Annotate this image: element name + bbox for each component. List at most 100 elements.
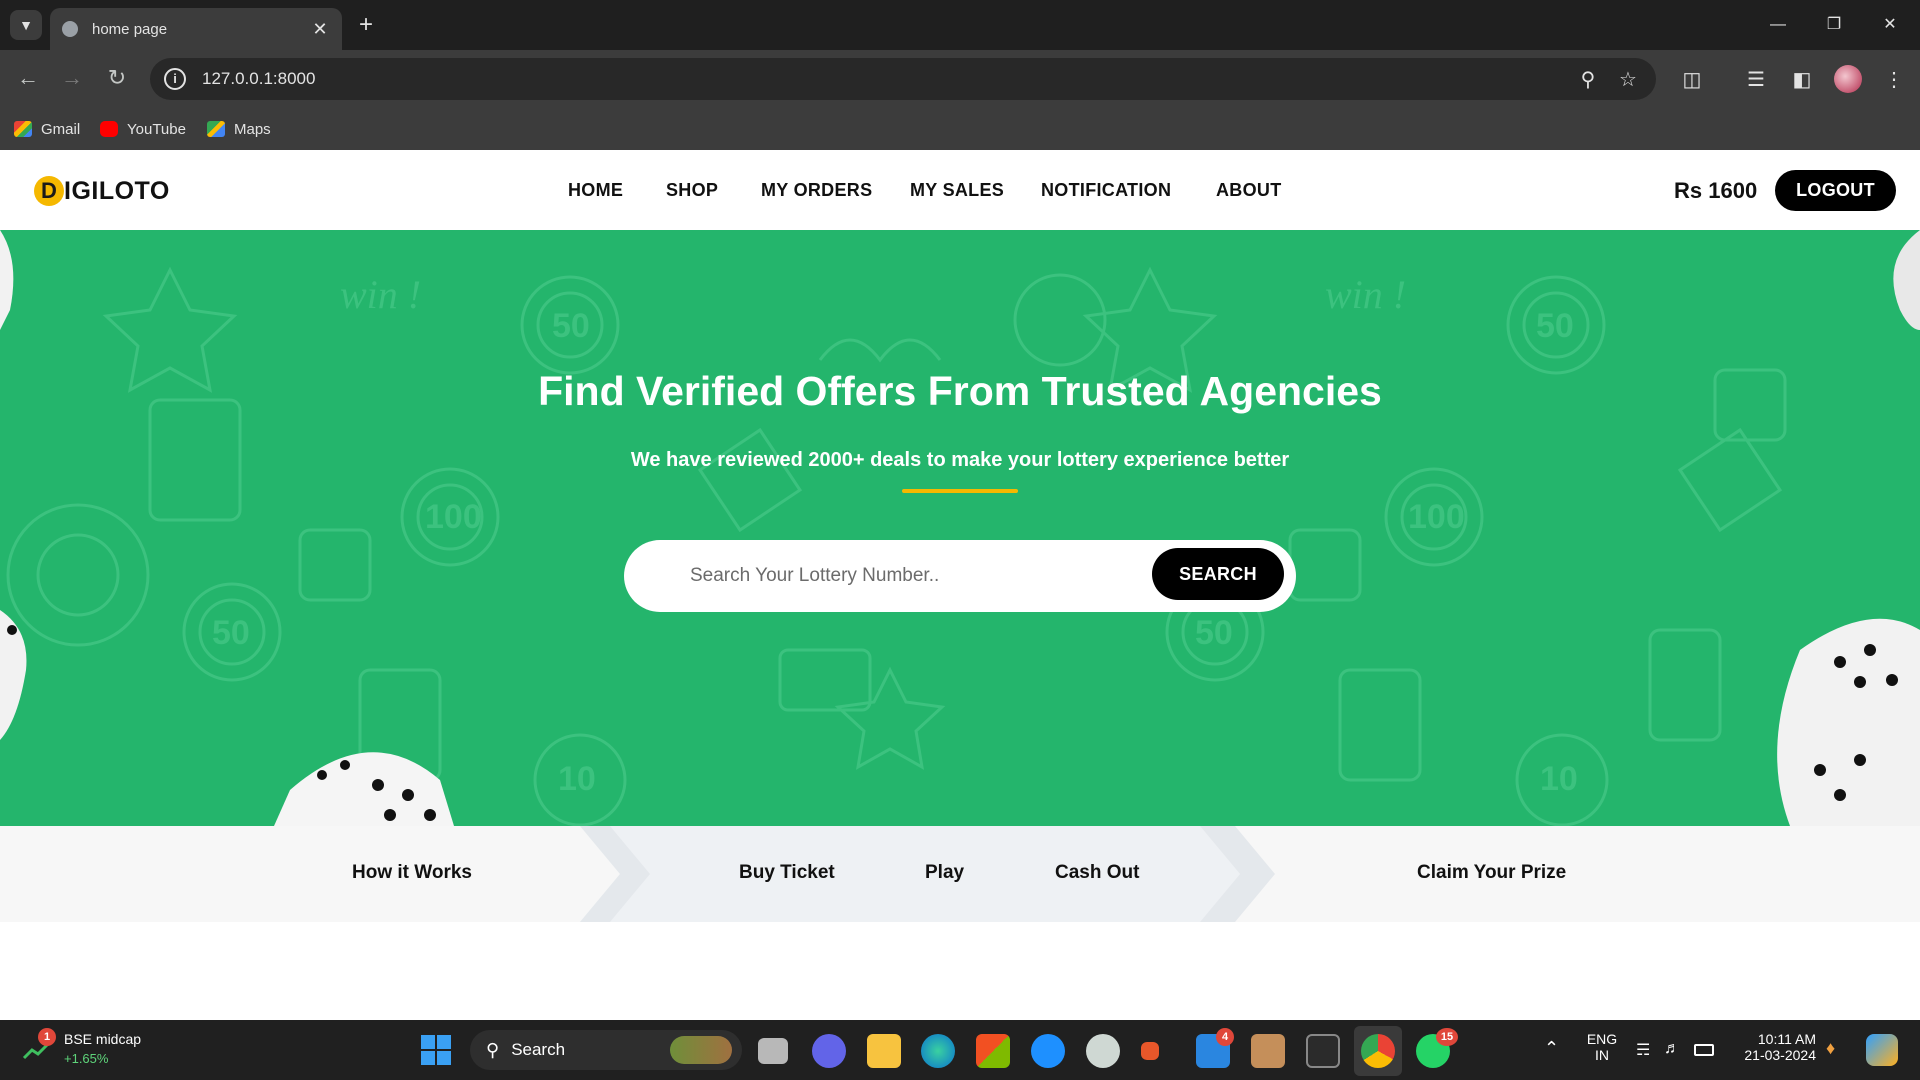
youtube-icon [100, 121, 118, 137]
volume-icon[interactable]: ♬ [1664, 1040, 1680, 1058]
restore-window-button[interactable]: ❐ [1814, 10, 1854, 40]
package-app-icon[interactable] [1251, 1034, 1285, 1068]
logout-button[interactable]: LOGOUT [1775, 170, 1896, 211]
nav-shop[interactable]: SHOP [666, 180, 718, 201]
lottery-search-input[interactable] [690, 560, 1130, 592]
step-how-it-works: How it Works [352, 862, 472, 883]
hero-title: Find Verified Offers From Trusted Agenci… [538, 368, 1382, 414]
windows-start-icon[interactable] [420, 1034, 452, 1066]
close-tab-icon[interactable]: ✕ [310, 19, 330, 40]
search-button[interactable]: SEARCH [1152, 548, 1284, 600]
hero-divider [902, 489, 1018, 493]
pattern-chip-100-text: 100 [425, 498, 482, 536]
battery-icon[interactable] [1694, 1044, 1714, 1056]
more-menu-icon[interactable]: ⋮ [1878, 64, 1910, 96]
pattern-win-text: win ! [340, 272, 421, 317]
step-buy-ticket: Buy Ticket [739, 862, 835, 883]
pattern-chip-10-text: 10 [1540, 760, 1578, 798]
pattern-chip-50-text: 50 [552, 307, 590, 345]
bookmark-maps[interactable]: Maps [207, 116, 271, 142]
wallet-balance: Rs 1600 [1674, 178, 1758, 203]
taskbar-search-label: Search [511, 1040, 566, 1059]
globe-icon [62, 21, 78, 37]
bookmark-label: Maps [234, 120, 271, 138]
pattern-win-text: win ! [1325, 272, 1406, 317]
task-view-icon[interactable] [758, 1038, 788, 1064]
bookmark-label: Gmail [41, 120, 81, 138]
edge-browser-icon[interactable] [921, 1034, 955, 1068]
url-text[interactable]: 127.0.0.1:8000 [202, 69, 315, 89]
profile-avatar[interactable] [1834, 65, 1862, 93]
logo-coin-icon: D [34, 176, 64, 206]
show-hidden-icons-chevron-icon[interactable]: ⌃ [1544, 1038, 1559, 1059]
lottery-pattern-background: win ! win ! 50 50 100 100 50 50 10 10 [0, 230, 1920, 826]
pattern-chip-10-text: 10 [558, 760, 596, 798]
zoom-icon[interactable]: ⚲ [1574, 66, 1602, 94]
pattern-chip-50-text: 50 [1536, 307, 1574, 345]
nav-about[interactable]: ABOUT [1216, 180, 1282, 201]
browser-tab-active[interactable]: home page ✕ [50, 8, 342, 50]
terminal-icon[interactable] [1306, 1034, 1340, 1068]
clock-date: 21-03-2024 [1744, 1047, 1816, 1063]
pattern-chip-100-text: 100 [1408, 498, 1465, 536]
tab-search-dropdown-button[interactable]: ▼ [10, 10, 42, 40]
extensions-icon[interactable]: ◫ [1676, 64, 1708, 96]
nav-home[interactable]: HOME [568, 180, 623, 201]
close-window-button[interactable]: ✕ [1870, 10, 1910, 40]
nav-my-sales[interactable]: MY SALES [910, 180, 1004, 201]
dice-decoration [0, 230, 1920, 826]
widget-badge: 1 [38, 1028, 56, 1046]
bookmark-label: YouTube [127, 120, 186, 138]
whatsapp-badge: 15 [1436, 1028, 1458, 1046]
hero-subtitle: We have reviewed 2000+ deals to make you… [630, 449, 1290, 471]
search-highlight-illustration-icon [670, 1036, 732, 1064]
wifi-icon[interactable]: ☴ [1636, 1040, 1650, 1060]
clock-time: 10:11 AM [1757, 1031, 1816, 1047]
widget-title[interactable]: BSE midcap [64, 1031, 141, 1047]
language-indicator[interactable]: ENG IN [1586, 1031, 1618, 1063]
taskbar-search-box[interactable]: ⚲ Search [470, 1030, 742, 1070]
mail-badge: 4 [1216, 1028, 1234, 1046]
tab-title: home page [92, 20, 168, 38]
bookmarks-bar [0, 108, 1920, 150]
pattern-chip-50-text: 50 [1195, 614, 1233, 652]
maps-icon [207, 121, 225, 137]
site-info-icon[interactable]: i [164, 68, 186, 90]
notification-bell-icon[interactable]: ♦ [1826, 1038, 1835, 1059]
windows-taskbar [0, 1020, 1920, 1080]
address-bar[interactable]: i 127.0.0.1:8000 [150, 58, 1656, 100]
microsoft-store-icon[interactable] [976, 1034, 1010, 1068]
nav-notification[interactable]: NOTIFICATION [1041, 180, 1171, 201]
bookmark-star-icon[interactable]: ☆ [1614, 66, 1642, 94]
app-icon-orange[interactable] [1141, 1042, 1159, 1060]
file-explorer-icon[interactable] [867, 1034, 901, 1068]
copilot-icon[interactable] [1866, 1034, 1898, 1066]
media-control-icon[interactable]: ☰ [1740, 64, 1772, 96]
back-button[interactable]: ← [12, 62, 44, 94]
step-play: Play [925, 862, 965, 883]
reload-button[interactable]: ↻ [101, 62, 133, 94]
chrome-icon[interactable] [1361, 1034, 1395, 1068]
region-code: IN [1595, 1047, 1609, 1063]
step-cash-out: Cash Out [1055, 862, 1140, 883]
forward-button[interactable]: → [56, 62, 88, 94]
meet-chat-icon[interactable] [812, 1034, 846, 1068]
chatgpt-icon[interactable] [1086, 1034, 1120, 1068]
new-tab-button[interactable]: + [352, 12, 380, 40]
site-logo[interactable]: D IGILOTO [34, 176, 170, 206]
search-icon: ⚲ [486, 1039, 500, 1060]
bookmark-youtube[interactable]: YouTube [100, 116, 186, 142]
minimize-window-button[interactable]: — [1758, 10, 1798, 40]
help-app-icon[interactable] [1031, 1034, 1065, 1068]
bookmark-gmail[interactable]: Gmail [14, 116, 80, 142]
side-panel-icon[interactable]: ◧ [1786, 64, 1818, 96]
nav-my-orders[interactable]: MY ORDERS [761, 180, 872, 201]
pattern-chip-50-text: 50 [212, 614, 250, 652]
page-lower-section [0, 922, 1920, 1020]
logo-text: IGILOTO [64, 176, 170, 205]
system-clock[interactable]: 10:11 AM 21-03-2024 [1734, 1031, 1816, 1063]
step-claim-your-prize: Claim Your Prize [1417, 862, 1567, 883]
hero-section: win ! win ! 50 50 100 100 50 50 10 10 [0, 230, 1920, 826]
language-code: ENG [1586, 1031, 1618, 1047]
widget-value: +1.65% [64, 1051, 109, 1066]
